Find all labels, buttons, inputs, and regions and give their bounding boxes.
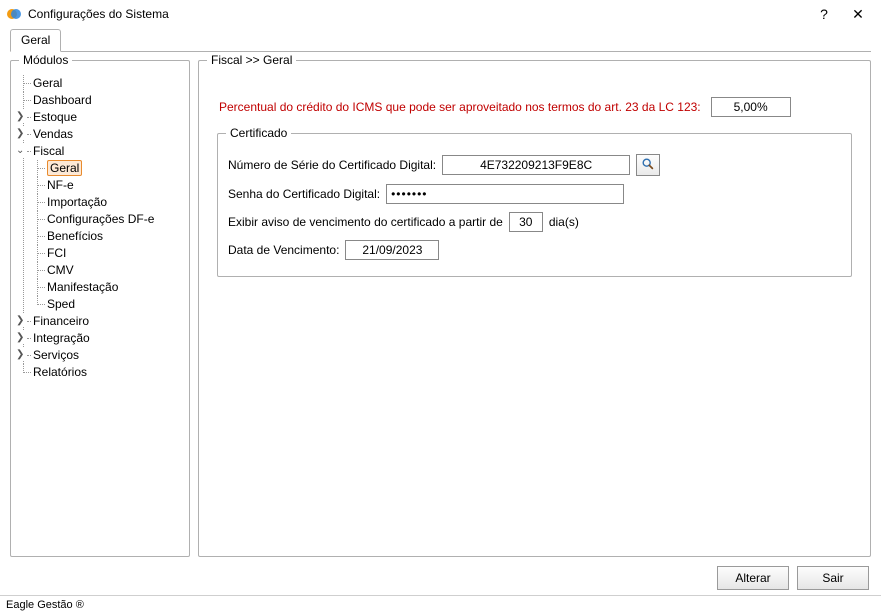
titlebar: Configurações do Sistema ? ✕ [0, 0, 881, 28]
button-bar: Alterar Sair [0, 561, 881, 595]
certificate-group: Certificado Número de Série do Certifica… [217, 133, 852, 277]
breadcrumb: Fiscal >> Geral [207, 53, 296, 67]
tree-item-fiscal[interactable]: Fiscal [33, 144, 64, 158]
tree-item-geral[interactable]: Geral [33, 76, 62, 90]
app-icon [6, 6, 22, 22]
tree-item-relatorios[interactable]: Relatórios [33, 365, 87, 379]
cert-expire-pre-label: Exibir aviso de vencimento do certificad… [228, 215, 503, 229]
tree-item-fiscal-geral[interactable]: Geral [47, 160, 82, 176]
tree-item-beneficios[interactable]: Benefícios [47, 229, 103, 243]
tree-item-cmv[interactable]: CMV [47, 263, 74, 277]
certificate-legend: Certificado [226, 126, 291, 140]
system-settings-window: Configurações do Sistema ? ✕ Geral Módul… [0, 0, 881, 613]
tree-item-dashboard[interactable]: Dashboard [33, 93, 92, 107]
chevron-right-icon[interactable]: ❯ [16, 129, 27, 140]
cert-password-input[interactable] [386, 184, 624, 204]
cert-due-input[interactable] [345, 240, 439, 260]
sair-button[interactable]: Sair [797, 566, 869, 590]
cert-expire-days-input[interactable] [509, 212, 543, 232]
tree-item-integracao[interactable]: Integração [33, 331, 90, 345]
tree-item-manifestacao[interactable]: Manifestação [47, 280, 118, 294]
help-button[interactable]: ? [807, 3, 841, 25]
tree-item-vendas[interactable]: Vendas [33, 127, 73, 141]
tree-item-estoque[interactable]: Estoque [33, 110, 77, 124]
icms-percentage-input[interactable] [711, 97, 791, 117]
alterar-button[interactable]: Alterar [717, 566, 789, 590]
tabstrip: Geral [0, 28, 881, 52]
tree-item-fci[interactable]: FCI [47, 246, 66, 260]
chevron-right-icon[interactable]: ❯ [16, 112, 27, 123]
tree-item-nfe[interactable]: NF-e [47, 178, 74, 192]
chevron-right-icon[interactable]: ❯ [16, 316, 27, 327]
tree-item-financeiro[interactable]: Financeiro [33, 314, 89, 328]
cert-lookup-button[interactable] [636, 154, 660, 176]
tree-item-servicos[interactable]: Serviços [33, 348, 79, 362]
status-text: Eagle Gestão ® [6, 599, 84, 611]
chevron-right-icon[interactable]: ❯ [16, 333, 27, 344]
icms-percentage-label: Percentual do crédito do ICMS que pode s… [219, 100, 701, 114]
icms-percentage-row: Percentual do crédito do ICMS que pode s… [219, 97, 850, 117]
chevron-right-icon[interactable]: ❯ [16, 350, 27, 361]
statusbar: Eagle Gestão ® [0, 595, 881, 613]
modules-group: Módulos Geral Dashboard ❯Estoque ❯Vendas… [10, 60, 190, 557]
close-button[interactable]: ✕ [841, 3, 875, 25]
cert-serial-input[interactable] [442, 155, 630, 175]
modules-legend: Módulos [19, 53, 72, 67]
cert-due-label: Data de Vencimento: [228, 243, 339, 257]
cert-serial-label: Número de Série do Certificado Digital: [228, 158, 436, 172]
tree-item-importacao[interactable]: Importação [47, 195, 107, 209]
chevron-down-icon[interactable]: ⌄ [16, 146, 27, 157]
tree-item-config-dfe[interactable]: Configurações DF-e [47, 212, 154, 226]
window-title: Configurações do Sistema [28, 7, 807, 21]
content-area: Módulos Geral Dashboard ❯ Estoque ❯ Vendas… [0, 52, 881, 561]
cert-password-label: Senha do Certificado Digital: [228, 187, 380, 201]
search-icon [641, 157, 655, 174]
tab-geral[interactable]: Geral [10, 29, 61, 52]
main-panel: Fiscal >> Geral Percentual do crédito do… [198, 60, 871, 557]
tree-item-sped[interactable]: Sped [47, 297, 75, 311]
cert-expire-post-label: dia(s) [549, 215, 579, 229]
modules-tree: Geral Dashboard ❯ Estoque ❯ Vendas ⌄ Fiscal… [19, 75, 181, 381]
